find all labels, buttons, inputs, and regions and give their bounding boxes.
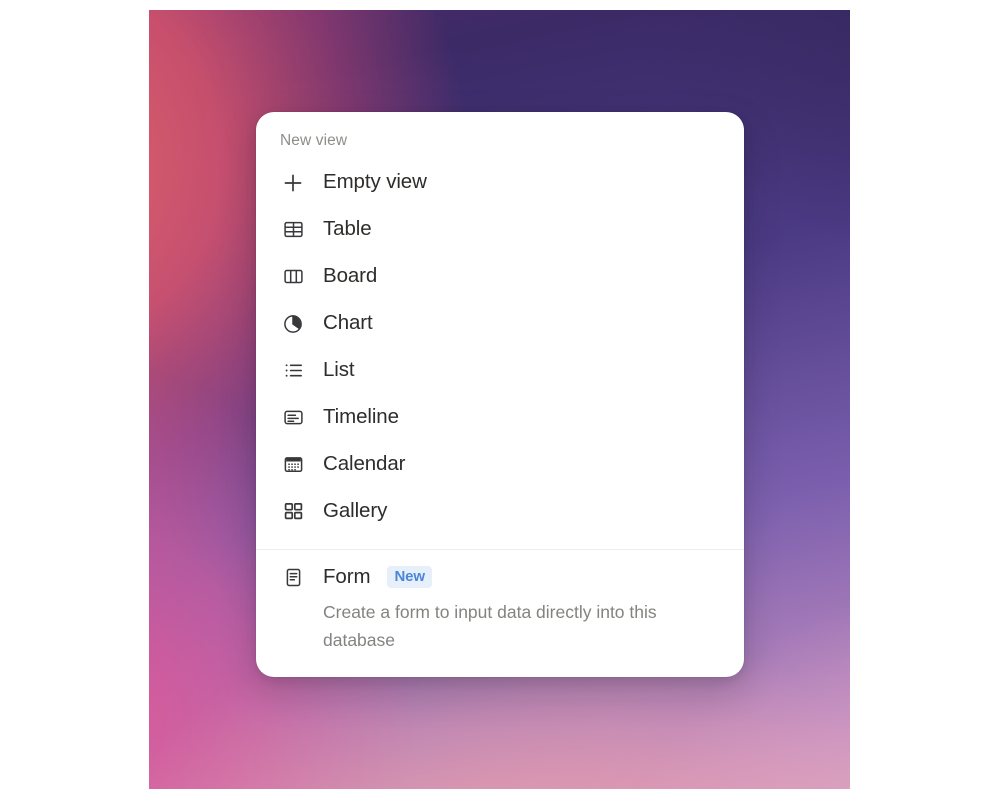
menu-section-label: New view	[280, 132, 348, 149]
menu-item-label: Board	[323, 264, 378, 288]
form-description: Create a form to input data directly int…	[323, 602, 657, 651]
menu-item-calendar[interactable]: Calendar	[256, 441, 744, 488]
form-label: Form	[323, 564, 371, 588]
menu-item-label: Gallery	[323, 499, 388, 523]
menu-item-empty-view[interactable]: Empty view	[256, 159, 744, 206]
plus-icon	[280, 170, 306, 196]
menu-item-label: Empty view	[323, 170, 427, 194]
menu-item-board[interactable]: Board	[256, 253, 744, 300]
status-badge: New	[387, 565, 432, 589]
form-row: Form New	[280, 564, 720, 590]
menu-item-label: List	[323, 358, 355, 382]
board-icon	[280, 264, 306, 290]
screen: New view Empty view Table Board Chart Li…	[0, 0, 1000, 800]
calendar-icon	[280, 452, 306, 478]
menu-item-list[interactable]: List	[256, 347, 744, 394]
view-type-list: Empty view Table Board Chart List Timeli…	[256, 159, 744, 541]
menu-item-timeline[interactable]: Timeline	[256, 394, 744, 441]
timeline-icon	[280, 405, 306, 431]
menu-item-label: Chart	[323, 311, 373, 335]
menu-item-chart[interactable]: Chart	[256, 300, 744, 347]
menu-item-label: Calendar	[323, 452, 406, 476]
new-view-menu: New view Empty view Table Board Chart Li…	[256, 112, 744, 677]
menu-item-gallery[interactable]: Gallery	[256, 488, 744, 535]
form-document-icon	[280, 564, 306, 590]
menu-item-table[interactable]: Table	[256, 206, 744, 253]
menu-item-form[interactable]: Form New Create a form to input data dir…	[256, 550, 744, 677]
menu-item-label: Timeline	[323, 405, 399, 429]
menu-item-label: Table	[323, 217, 372, 241]
gallery-icon	[280, 499, 306, 525]
pie-chart-icon	[280, 311, 306, 337]
list-icon	[280, 358, 306, 384]
table-icon	[280, 217, 306, 243]
